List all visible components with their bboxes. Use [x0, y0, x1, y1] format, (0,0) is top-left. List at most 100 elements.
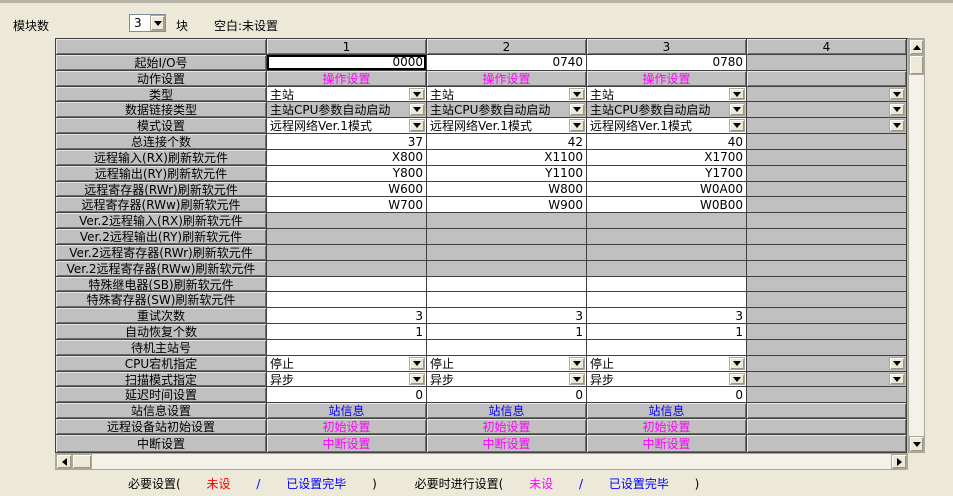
- grid-cell-input[interactable]: [587, 277, 747, 293]
- grid-cell-disabled: [267, 229, 427, 245]
- grid-cell-disabled: [747, 435, 907, 453]
- chevron-down-icon[interactable]: [409, 119, 425, 132]
- chevron-down-icon[interactable]: [569, 373, 585, 386]
- grid-cell-input[interactable]: 0: [587, 387, 747, 403]
- horizontal-scrollbar[interactable]: [55, 453, 908, 470]
- grid-cell-input[interactable]: Y1700: [587, 166, 747, 182]
- grid-cell-input[interactable]: X800: [267, 150, 427, 166]
- grid-cell-dropdown[interactable]: 远程网络Ver.1模式: [587, 118, 747, 134]
- grid-cell-dropdown: [747, 356, 907, 372]
- grid-cell-input[interactable]: W600: [267, 182, 427, 198]
- grid-cell-input[interactable]: 1: [427, 324, 587, 340]
- chevron-down-icon[interactable]: [729, 88, 745, 101]
- grid-cell-dropdown[interactable]: 远程网络Ver.1模式: [427, 118, 587, 134]
- grid-cell-input[interactable]: 1: [587, 324, 747, 340]
- grid-cell-input[interactable]: W700: [267, 197, 427, 213]
- module-count-dropdown[interactable]: 3: [129, 14, 166, 32]
- grid-cell-input[interactable]: W900: [427, 197, 587, 213]
- grid-cell-input[interactable]: [427, 340, 587, 356]
- row-label-cell: Ver.2远程输出(RY)刷新软元件: [56, 229, 267, 245]
- chevron-down-icon[interactable]: [409, 88, 425, 101]
- grid-cell-input[interactable]: 3: [427, 308, 587, 324]
- grid-cell-dropdown[interactable]: 异步: [587, 372, 747, 388]
- grid-cell-dropdown[interactable]: 异步: [267, 372, 427, 388]
- chevron-down-icon[interactable]: [729, 357, 745, 370]
- grid-cell-dropdown[interactable]: 主站: [427, 87, 587, 103]
- chevron-down-icon[interactable]: [729, 373, 745, 386]
- grid-cell-input[interactable]: 3: [587, 308, 747, 324]
- grid-cell-dropdown[interactable]: 主站: [267, 87, 427, 103]
- grid-cell-link[interactable]: 站信息: [587, 403, 747, 419]
- grid-cell-dropdown[interactable]: 主站: [587, 87, 747, 103]
- chevron-down-icon[interactable]: [409, 373, 425, 386]
- grid-cell-link[interactable]: 操作设置: [267, 71, 427, 87]
- grid-cell-input[interactable]: X1100: [427, 150, 587, 166]
- grid-cell-link[interactable]: 操作设置: [427, 71, 587, 87]
- grid-cell-link[interactable]: 中断设置: [427, 435, 587, 453]
- scroll-left-icon[interactable]: [56, 454, 72, 469]
- grid-cell-input[interactable]: W800: [427, 182, 587, 198]
- grid-cell-input[interactable]: 0740: [427, 55, 587, 71]
- chevron-down-icon[interactable]: [569, 357, 585, 370]
- scroll-up-icon[interactable]: [909, 39, 924, 55]
- chevron-down-icon[interactable]: [150, 15, 165, 31]
- grid-cell-input[interactable]: 1: [267, 324, 427, 340]
- grid-cell-dropdown[interactable]: 远程网络Ver.1模式: [267, 118, 427, 134]
- scroll-down-icon[interactable]: [909, 436, 924, 452]
- grid-cell-input[interactable]: [267, 292, 427, 308]
- grid-cell-input[interactable]: [587, 340, 747, 356]
- grid-cell-input[interactable]: [267, 277, 427, 293]
- grid-cell-link[interactable]: 操作设置: [587, 71, 747, 87]
- grid-cell-input[interactable]: 0: [267, 387, 427, 403]
- grid-cell-input[interactable]: 37: [267, 134, 427, 150]
- grid-cell-dropdown[interactable]: 停止: [427, 356, 587, 372]
- grid-cell-input[interactable]: [267, 340, 427, 356]
- horizontal-scrollbar-thumb[interactable]: [72, 454, 92, 469]
- grid-cell-input[interactable]: Y800: [267, 166, 427, 182]
- grid-cell-input[interactable]: [427, 277, 587, 293]
- chevron-down-icon[interactable]: [889, 373, 905, 386]
- chevron-down-icon[interactable]: [889, 103, 905, 116]
- grid-cell-dropdown[interactable]: 主站CPU参数自动启动: [267, 102, 427, 118]
- grid-cell-input[interactable]: 0000: [267, 55, 427, 71]
- chevron-down-icon[interactable]: [569, 88, 585, 101]
- grid-cell-link[interactable]: 中断设置: [587, 435, 747, 453]
- grid-cell-disabled: [747, 340, 907, 356]
- grid-cell-dropdown[interactable]: 主站CPU参数自动启动: [587, 102, 747, 118]
- chevron-down-icon[interactable]: [569, 119, 585, 132]
- chevron-down-icon[interactable]: [409, 103, 425, 116]
- chevron-down-icon[interactable]: [729, 103, 745, 116]
- row-label-cell: 远程寄存器(RWw)刷新软元件: [56, 197, 267, 213]
- grid-cell-input[interactable]: 42: [427, 134, 587, 150]
- scroll-right-icon[interactable]: [891, 454, 907, 469]
- vertical-scrollbar[interactable]: [908, 38, 925, 453]
- chevron-down-icon[interactable]: [889, 119, 905, 132]
- grid-cell-input[interactable]: [427, 292, 587, 308]
- grid-cell-link[interactable]: 初始设置: [427, 419, 587, 435]
- grid-cell-input[interactable]: [587, 292, 747, 308]
- chevron-down-icon[interactable]: [889, 357, 905, 370]
- vertical-scrollbar-thumb[interactable]: [909, 55, 924, 75]
- grid-cell-input[interactable]: 3: [267, 308, 427, 324]
- grid-cell-input[interactable]: 0: [427, 387, 587, 403]
- grid-cell-input[interactable]: Y1100: [427, 166, 587, 182]
- row-label-cell: 远程寄存器(RWr)刷新软元件: [56, 182, 267, 198]
- grid-cell-dropdown[interactable]: 主站CPU参数自动启动: [427, 102, 587, 118]
- grid-cell-dropdown[interactable]: 停止: [267, 356, 427, 372]
- chevron-down-icon[interactable]: [569, 103, 585, 116]
- grid-cell-input[interactable]: X1700: [587, 150, 747, 166]
- grid-cell-input[interactable]: W0A00: [587, 182, 747, 198]
- chevron-down-icon[interactable]: [889, 88, 905, 101]
- grid-cell-input[interactable]: 0780: [587, 55, 747, 71]
- grid-cell-input[interactable]: W0B00: [587, 197, 747, 213]
- grid-cell-link[interactable]: 站信息: [427, 403, 587, 419]
- chevron-down-icon[interactable]: [729, 119, 745, 132]
- grid-cell-link[interactable]: 中断设置: [267, 435, 427, 453]
- grid-cell-input[interactable]: 40: [587, 134, 747, 150]
- grid-cell-dropdown[interactable]: 停止: [587, 356, 747, 372]
- grid-cell-link[interactable]: 站信息: [267, 403, 427, 419]
- grid-cell-link[interactable]: 初始设置: [267, 419, 427, 435]
- grid-cell-dropdown[interactable]: 异步: [427, 372, 587, 388]
- grid-cell-link[interactable]: 初始设置: [587, 419, 747, 435]
- chevron-down-icon[interactable]: [409, 357, 425, 370]
